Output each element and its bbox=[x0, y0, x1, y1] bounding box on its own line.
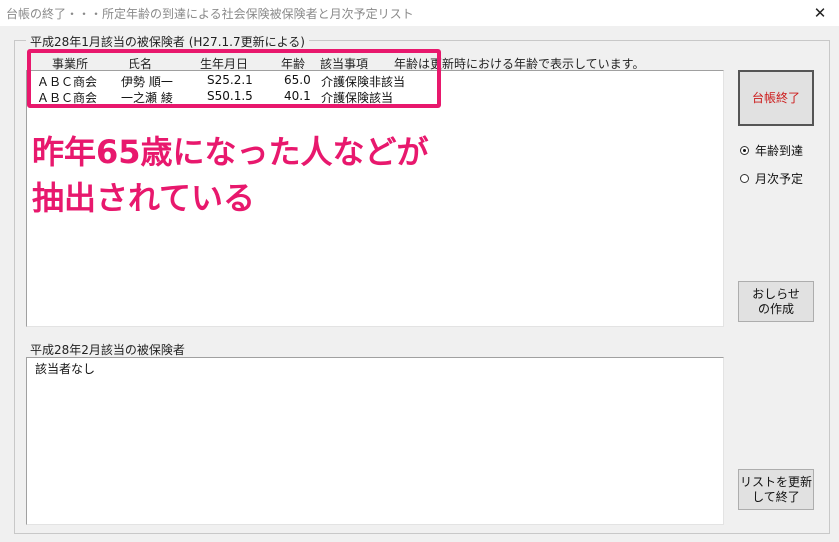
group-legend: 平成28年1月該当の被保険者 (H27.1.7更新による) bbox=[26, 33, 309, 50]
option-age-reached-label: 年齢到達 bbox=[755, 143, 804, 158]
radio-age-reached[interactable] bbox=[740, 145, 749, 155]
insured-list-next[interactable]: 該当者なし bbox=[26, 357, 724, 525]
option-age-reached[interactable]: 年齢到達 bbox=[740, 142, 803, 158]
update-and-close-label-1: リストを更新 bbox=[739, 474, 812, 489]
create-notice-button[interactable]: おしらせ の作成 bbox=[738, 281, 814, 322]
update-and-close-button[interactable]: リストを更新 して終了 bbox=[738, 469, 814, 510]
update-and-close-label-2: して終了 bbox=[752, 489, 800, 504]
close-window-button[interactable]: ✕ bbox=[809, 3, 831, 23]
create-notice-label-1: おしらせ bbox=[752, 286, 800, 301]
highlight-box bbox=[27, 49, 441, 108]
window-title: 台帳の終了・・・所定年齢の到達による社会保険被保険者と月次予定リスト bbox=[6, 7, 414, 21]
annotation-line-1: 昨年65歳になった人などが bbox=[32, 133, 429, 171]
close-ledger-button[interactable]: 台帳終了 bbox=[738, 70, 814, 126]
annotation-line-2: 抽出されている bbox=[32, 179, 256, 217]
title-bar: 台帳の終了・・・所定年齢の到達による社会保険被保険者と月次予定リスト ✕ bbox=[0, 0, 839, 26]
option-monthly-plan-label: 月次予定 bbox=[755, 171, 804, 186]
option-monthly-plan[interactable]: 月次予定 bbox=[740, 170, 803, 186]
radio-monthly-plan[interactable] bbox=[740, 173, 749, 183]
next-month-label: 平成28年2月該当の被保険者 bbox=[30, 343, 185, 357]
dialog-window: 台帳の終了・・・所定年齢の到達による社会保険被保険者と月次予定リスト ✕ 平成2… bbox=[0, 0, 839, 542]
create-notice-label-2: の作成 bbox=[757, 301, 794, 316]
close-ledger-label: 台帳終了 bbox=[751, 90, 800, 105]
empty-message: 該当者なし bbox=[35, 362, 96, 376]
